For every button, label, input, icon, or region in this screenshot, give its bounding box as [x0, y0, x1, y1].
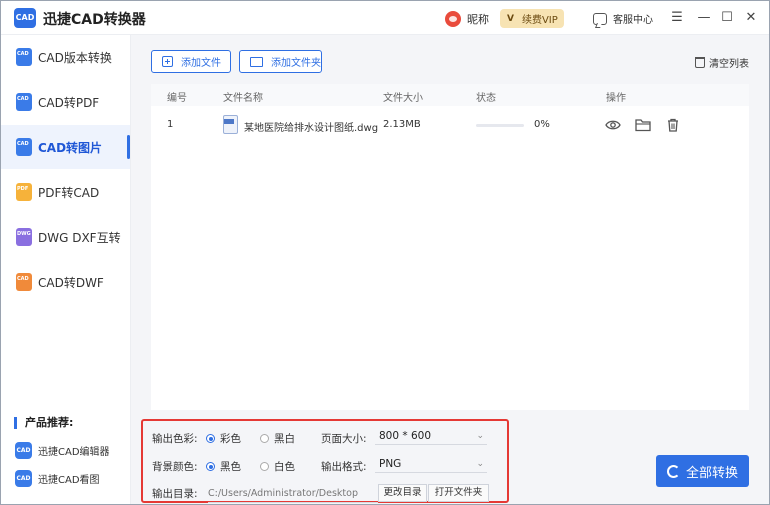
sidebar-item-dwg-dxf[interactable]: DWG DWG DXF互转	[1, 215, 130, 259]
sidebar-item-label: PDF转CAD	[38, 185, 100, 200]
cad-to-dwf-icon: CAD	[16, 273, 32, 291]
cad-to-image-icon: CAD	[16, 138, 32, 156]
sidebar-item-cad-to-dwf[interactable]: CAD CAD转DWF	[1, 260, 130, 304]
title-bar: CAD 迅捷CAD转换器 昵称 V 续费VIP 客服中心 ☰ — ☐ ✕	[1, 1, 769, 35]
radio-black-white[interactable]: 黑白	[260, 431, 295, 446]
sidebar-item-label: CAD转图片	[38, 140, 103, 155]
trash-icon	[695, 57, 705, 68]
chevron-down-icon: ⌄	[476, 459, 484, 469]
open-folder-icon[interactable]	[635, 118, 651, 132]
header-index: 编号	[167, 93, 187, 104]
output-dir-field[interactable]: C:/Users/Administrator/Desktop	[208, 484, 378, 503]
chat-icon	[593, 12, 607, 25]
radio-icon	[260, 434, 269, 443]
cad-to-pdf-icon: CAD	[16, 93, 32, 111]
convert-all-label: 全部转换	[685, 465, 738, 481]
header-name: 文件名称	[223, 93, 263, 104]
clear-list-label: 清空列表	[709, 59, 749, 70]
renew-vip-button[interactable]: V 续费VIP	[500, 9, 564, 28]
add-file-button[interactable]: 添加文件	[151, 50, 231, 73]
output-dir-label: 输出目录:	[152, 488, 198, 500]
sidebar-item-label: CAD转DWF	[38, 275, 104, 290]
delete-icon[interactable]	[665, 118, 681, 132]
change-dir-button[interactable]: 更改目录	[378, 484, 427, 502]
sidebar-item-cad-to-image[interactable]: CAD CAD转图片	[1, 125, 130, 169]
progress-bar	[476, 124, 524, 127]
header-status: 状态	[476, 93, 496, 104]
sidebar-item-label: CAD转PDF	[38, 95, 100, 110]
radio-bg-black[interactable]: 黑色	[206, 459, 241, 474]
row-index: 1	[167, 119, 174, 130]
recommend-label: 迅捷CAD看图	[38, 475, 100, 486]
user-profile[interactable]: 昵称	[445, 10, 489, 28]
page-size-label: 页面大小:	[321, 433, 367, 445]
customer-service-label: 客服中心	[613, 15, 653, 26]
recommend-title: 产品推荐:	[14, 417, 73, 429]
output-settings-panel: 输出色彩: 彩色 黑白 页面大小: 800 * 600 ⌄ 背景颜色: 黑色 白…	[141, 419, 509, 503]
plus-icon	[162, 56, 173, 67]
radio-color[interactable]: 彩色	[206, 431, 241, 446]
app-title: 迅捷CAD转换器	[43, 12, 146, 28]
add-folder-button[interactable]: 添加文件夹	[239, 50, 322, 73]
sync-icon	[666, 464, 680, 478]
convert-all-button[interactable]: 全部转换	[656, 455, 749, 487]
avatar	[445, 11, 461, 27]
sidebar: CAD CAD版本转换 CAD CAD转PDF CAD CAD转图片 PDF P…	[1, 35, 131, 504]
row-progress-text: 0%	[534, 119, 550, 130]
dwg-dxf-icon: DWG	[16, 228, 32, 246]
sidebar-item-label: DWG DXF互转	[38, 230, 121, 245]
recommend-cad-viewer[interactable]: CAD 迅捷CAD看图	[15, 470, 100, 487]
table-row[interactable]: 1 某地医院给排水设计图纸.dwg 2.13MB 0%	[151, 110, 749, 140]
minimize-button[interactable]: —	[696, 10, 712, 26]
maximize-button[interactable]: ☐	[719, 10, 735, 26]
sidebar-item-pdf-to-cad[interactable]: PDF PDF转CAD	[1, 170, 130, 214]
recommend-label: 迅捷CAD编辑器	[38, 447, 110, 458]
row-file-size: 2.13MB	[383, 119, 421, 130]
header-size: 文件大小	[383, 93, 423, 104]
vip-icon: V	[507, 13, 514, 24]
radio-bg-white[interactable]: 白色	[260, 459, 295, 474]
app-window: CAD 迅捷CAD转换器 昵称 V 续费VIP 客服中心 ☰ — ☐ ✕ CAD…	[0, 0, 770, 505]
recommend-cad-editor[interactable]: CAD 迅捷CAD编辑器	[15, 442, 110, 459]
background-color-label: 背景颜色:	[152, 461, 198, 473]
add-folder-label: 添加文件夹	[271, 58, 321, 69]
dwg-file-icon	[223, 115, 238, 134]
page-size-select[interactable]: 800 * 600 ⌄	[375, 427, 487, 445]
clear-list-button[interactable]: 清空列表	[695, 55, 749, 70]
sidebar-item-cad-to-pdf[interactable]: CAD CAD转PDF	[1, 80, 130, 124]
radio-selected-icon	[206, 462, 215, 471]
table-header: 编号 文件名称 文件大小 状态 操作	[151, 84, 749, 106]
radio-icon	[260, 462, 269, 471]
radio-selected-icon	[206, 434, 215, 443]
preview-eye-icon[interactable]	[605, 118, 621, 132]
cad-viewer-icon: CAD	[15, 470, 32, 487]
customer-service-button[interactable]: 客服中心	[593, 11, 653, 26]
output-format-select[interactable]: PNG ⌄	[375, 455, 487, 473]
renew-vip-label: 续费VIP	[521, 15, 558, 26]
nickname-label: 昵称	[467, 13, 489, 26]
open-folder-button[interactable]: 打开文件夹	[428, 484, 489, 502]
sidebar-item-cad-version[interactable]: CAD CAD版本转换	[1, 35, 130, 79]
sidebar-item-label: CAD版本转换	[38, 50, 112, 65]
output-color-label: 输出色彩:	[152, 433, 198, 445]
cad-version-icon: CAD	[16, 48, 32, 66]
menu-icon[interactable]: ☰	[669, 10, 685, 26]
folder-icon	[250, 56, 263, 67]
cad-editor-icon: CAD	[15, 442, 32, 459]
close-button[interactable]: ✕	[743, 10, 759, 26]
output-format-label: 输出格式:	[321, 461, 367, 473]
file-table: 编号 文件名称 文件大小 状态 操作 1 某地医院给排水设计图纸.dwg 2.1…	[151, 84, 749, 410]
app-logo: CAD	[14, 8, 36, 28]
row-file-name: 某地医院给排水设计图纸.dwg	[244, 123, 379, 134]
chevron-down-icon: ⌄	[476, 431, 484, 441]
header-actions: 操作	[606, 93, 626, 104]
pdf-to-cad-icon: PDF	[16, 183, 32, 201]
add-file-label: 添加文件	[181, 58, 221, 69]
